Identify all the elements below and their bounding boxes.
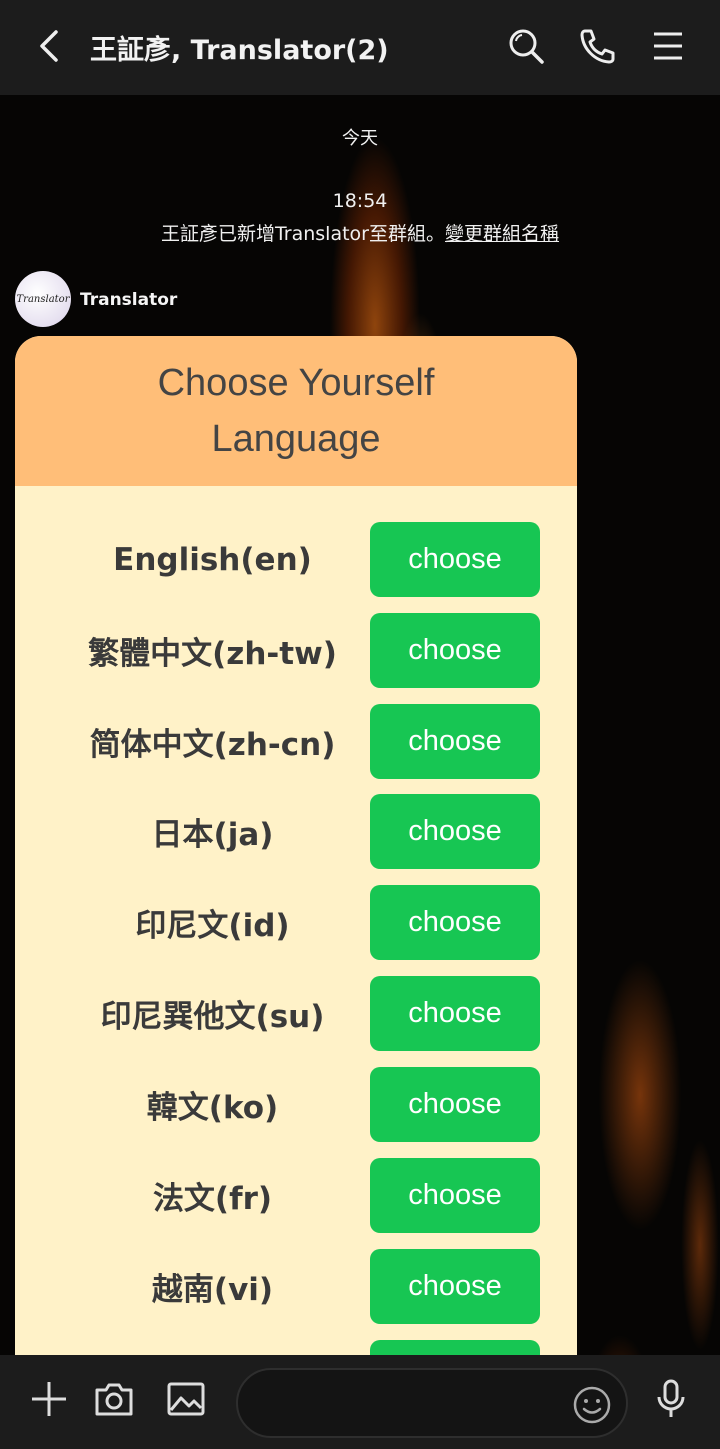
card-header: Choose Yourself Language [15,336,577,486]
choose-button[interactable]: choose [370,885,540,960]
language-label: 印尼文(id) [135,908,290,944]
menu-icon[interactable] [646,24,690,68]
system-message-text: 王証彥已新增Translator至群組。 [160,223,445,245]
change-group-name-link[interactable]: 變更群組名稱 [445,223,559,245]
search-icon[interactable] [504,24,548,68]
system-message-time: 18:54 [332,190,388,212]
choose-button[interactable]: choose [370,1249,540,1324]
choose-button[interactable]: choose [370,1067,540,1142]
avatar-logo-text: Translator [16,293,70,305]
chat-header: 王証彥, Translator(2) [0,0,720,95]
choose-button[interactable]: choose [370,613,540,688]
language-row: 简体中文(zh-cn) choose [15,704,577,779]
language-row: 繁體中文(zh-tw) choose [15,613,577,688]
language-row: 越南(vi) choose [15,1249,577,1324]
language-row: 韓文(ko) choose [15,1067,577,1142]
message-text-field[interactable] [258,1380,558,1426]
language-row: 法文(fr) choose [15,1158,577,1233]
choose-button[interactable]: choose [370,794,540,869]
choose-button[interactable]: choose [370,704,540,779]
language-label: 印尼巽他文(su) [100,999,325,1035]
date-divider: 今天 [342,128,378,149]
language-label: 韓文(ko) [146,1090,279,1126]
avatar[interactable]: Translator [15,271,71,327]
language-label: 繁體中文(zh-tw) [88,636,337,672]
language-card: Choose Yourself Language English(en) cho… [15,336,577,1376]
image-icon[interactable] [164,1377,208,1421]
language-label: 法文(fr) [152,1181,273,1217]
microphone-icon[interactable] [649,1377,693,1421]
back-icon[interactable] [30,26,70,66]
language-label: English(en) [113,541,312,578]
language-label: 越南(vi) [151,1272,274,1308]
chat-title: 王証彥, Translator(2) [90,35,389,66]
plus-icon[interactable] [27,1377,71,1421]
language-row: 日本(ja) choose [15,794,577,869]
message-input[interactable] [236,1368,628,1438]
language-row: 印尼文(id) choose [15,885,577,960]
camera-icon[interactable] [92,1377,136,1421]
card-title: Choose Yourself Language [157,362,435,460]
choose-button[interactable]: choose [370,522,540,597]
choose-button[interactable]: choose [370,1158,540,1233]
language-label: 简体中文(zh-cn) [89,727,336,763]
system-message: 王証彥已新增Translator至群組。變更群組名稱 [0,219,720,246]
language-row: 印尼巽他文(su) choose [15,976,577,1051]
input-bar [0,1355,720,1449]
language-label: 日本(ja) [151,817,274,853]
language-row: English(en) choose [15,522,577,597]
phone-icon[interactable] [575,24,619,68]
choose-button[interactable]: choose [370,976,540,1051]
emoji-icon[interactable] [572,1385,612,1425]
sender-name: Translator [80,290,178,310]
